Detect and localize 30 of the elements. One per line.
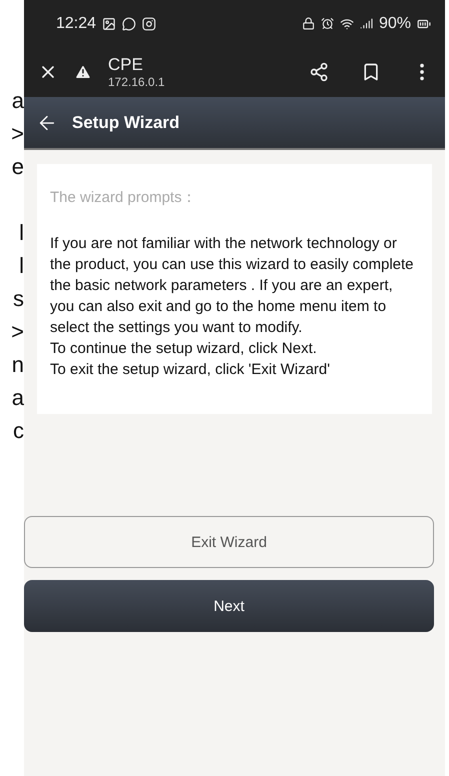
- share-icon[interactable]: [309, 62, 329, 82]
- signal-icon: [360, 17, 373, 30]
- cut-off-text: >: [11, 120, 24, 148]
- header-title: Setup Wizard: [72, 112, 180, 132]
- lock-icon: [302, 17, 315, 30]
- cut-off-text: n: [12, 351, 24, 379]
- wifi-icon: [340, 16, 354, 30]
- prompt-text: To exit the setup wizard, click 'Exit Wizard': [50, 360, 331, 380]
- cut-off-text: c: [13, 417, 24, 445]
- camera-icon: [142, 16, 156, 30]
- cut-off-text: s: [13, 285, 24, 313]
- cut-off-text: l: [19, 219, 24, 247]
- page-title: CPE: [108, 55, 144, 75]
- status-time: 12:24: [56, 14, 96, 32]
- prompt-text: If you are not familiar with the network technology or the product, you can use this wizard to easily complete the basic network parameters . If you are an expert, you can also exit and go to the home menu item to select the settings you want to modify.: [50, 234, 415, 338]
- battery-level: 90%: [378, 14, 411, 32]
- exit-button[interactable]: Exit Wizard: [24, 516, 434, 568]
- prompt-text: To continue the setup wizard, click Next.: [50, 339, 318, 359]
- cut-off-text: a: [12, 87, 24, 115]
- cut-off-text: e: [12, 153, 24, 181]
- warning-icon: [74, 63, 92, 81]
- alarm-icon: [320, 17, 334, 30]
- cut-off-text: >: [11, 318, 24, 346]
- cut-off-text: l: [19, 252, 24, 280]
- chat-icon: [122, 16, 136, 30]
- image-icon: [102, 16, 116, 30]
- next-button[interactable]: Next: [24, 580, 434, 632]
- page-url: 172.16.0.1: [108, 75, 166, 89]
- prompt-heading: The wizard prompts：: [50, 188, 198, 207]
- cut-off-text: a: [12, 384, 24, 412]
